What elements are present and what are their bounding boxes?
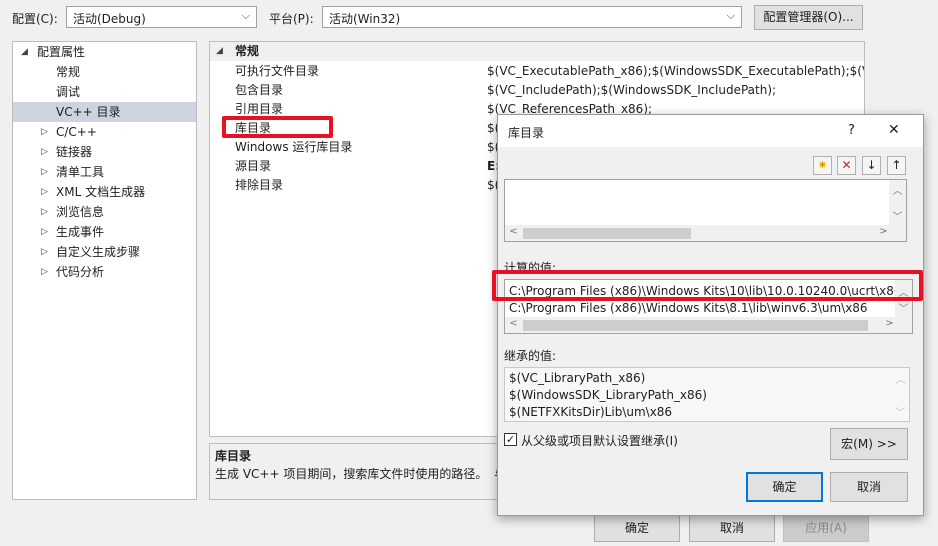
inherited-value-3: $(NETFXKitsDir)Lib\um\x86 (509, 405, 673, 419)
vertical-scrollbar[interactable]: ︿ ﹀ (892, 368, 909, 421)
scroll-right-icon[interactable]: > (881, 318, 898, 329)
apply-button[interactable]: 应用(A) (783, 514, 869, 542)
tree-item-debugging[interactable]: 调试 (13, 82, 196, 102)
property-tree: ◢ 配置属性 常规 调试 VC++ 目录 ▷ C/C++ ▷ 链接器 ▷ 清单工具 ▷… (12, 41, 197, 500)
expanded-triangle-icon: ◢ (216, 46, 223, 56)
collapsed-triangle-icon: ▷ (41, 147, 48, 157)
inherited-value-1: $(VC_LibraryPath_x86) (509, 371, 646, 385)
scroll-thumb[interactable] (523, 228, 691, 239)
dialog-cancel-button[interactable]: 取消 (830, 472, 908, 502)
collapsed-triangle-icon: ▷ (41, 227, 48, 237)
highlight-library-dirs (222, 116, 333, 138)
horizontal-scrollbar[interactable]: < > (505, 225, 906, 241)
delete-icon[interactable]: ✕ (837, 156, 856, 175)
scroll-down-icon[interactable]: ﹀ (889, 208, 906, 223)
scroll-up-icon[interactable]: ︿ (892, 371, 909, 386)
config-label: 配置(C): (12, 12, 58, 26)
tree-item-linker[interactable]: ▷ 链接器 (13, 142, 196, 162)
tree-item-manifest-tool[interactable]: ▷ 清单工具 (13, 162, 196, 182)
expanded-triangle-icon: ◢ (21, 47, 28, 57)
dialog-titlebar: 库目录 ? ✕ (498, 115, 923, 147)
tree-item-browse-info[interactable]: ▷ 浏览信息 (13, 202, 196, 222)
chevron-down-icon: ⌵ (241, 9, 250, 22)
config-value: 活动(Debug) (73, 12, 146, 26)
tree-item-general[interactable]: 常规 (13, 62, 196, 82)
cancel-button[interactable]: 取消 (689, 514, 775, 542)
scroll-down-icon[interactable]: ﹀ (892, 404, 909, 419)
scroll-left-icon[interactable]: < (505, 318, 522, 329)
config-manager-button[interactable]: 配置管理器(O)... (754, 5, 863, 30)
new-line-icon[interactable]: ✷ (813, 156, 832, 175)
inherit-checkbox[interactable]: ✓ (504, 433, 517, 446)
chevron-down-icon: ⌵ (726, 9, 735, 22)
move-up-icon[interactable]: ↑ (887, 156, 906, 175)
config-dropdown[interactable]: 活动(Debug) ⌵ (66, 6, 257, 28)
collapsed-triangle-icon: ▷ (41, 207, 48, 217)
inherited-value-2: $(WindowsSDK_LibraryPath_x86) (509, 388, 707, 402)
collapsed-triangle-icon: ▷ (41, 247, 48, 257)
collapsed-triangle-icon: ▷ (41, 167, 48, 177)
tree-root[interactable]: ◢ 配置属性 (13, 42, 196, 62)
grid-row-executable-dirs[interactable]: 可执行文件目录 $(VC_ExecutablePath_x86);$(Window… (210, 62, 864, 81)
macros-button[interactable]: 宏(M) >> (830, 428, 908, 460)
scroll-thumb[interactable] (523, 320, 868, 331)
highlight-evaluated-value (492, 270, 923, 301)
scroll-right-icon[interactable]: > (875, 226, 892, 237)
inherited-label: 继承的值: (504, 349, 557, 363)
grid-section-general[interactable]: ◢ 常规 (210, 42, 864, 61)
close-button[interactable]: ✕ (888, 122, 900, 138)
tree-item-xml-doc[interactable]: ▷ XML 文档生成器 (13, 182, 196, 202)
scroll-down-icon[interactable]: ﹀ (895, 300, 912, 315)
description-title: 库目录 (215, 449, 252, 463)
collapsed-triangle-icon: ▷ (41, 187, 48, 197)
scroll-up-icon[interactable]: ︿ (889, 182, 906, 197)
platform-dropdown[interactable]: 活动(Win32) ⌵ (322, 6, 742, 28)
dialog-title: 库目录 (508, 126, 545, 140)
move-down-icon[interactable]: ↓ (862, 156, 881, 175)
tree-root-label: 配置属性 (37, 45, 86, 59)
evaluated-value-2: C:\Program Files (x86)\Windows Kits\8.1\… (509, 301, 868, 315)
description-text: 生成 VC++ 项目期间，搜索库文件时使用的路径。 (215, 467, 488, 481)
collapsed-triangle-icon: ▷ (41, 127, 48, 137)
description-panel: 库目录 生成 VC++ 项目期间，搜索库文件时使用的路径。 与 (209, 443, 506, 500)
scroll-left-icon[interactable]: < (505, 226, 522, 237)
grid-row-include-dirs[interactable]: 包含目录 $(VC_IncludePath);$(WindowsSDK_Inclu… (210, 81, 864, 100)
horizontal-scrollbar[interactable]: < > (505, 317, 912, 333)
platform-value: 活动(Win32) (329, 12, 401, 26)
inherit-checkbox-label[interactable]: 从父级或项目默认设置继承(I) (521, 432, 678, 449)
dialog-ok-button[interactable]: 确定 (746, 472, 823, 502)
tree-item-build-events[interactable]: ▷ 生成事件 (13, 222, 196, 242)
library-dirs-dialog: 库目录 ? ✕ ✷ ✕ ↓ ↑ ︿ ﹀ < > 计算的值: C:\Program… (492, 114, 924, 516)
platform-label: 平台(P): (269, 12, 314, 26)
tree-item-cpp[interactable]: ▷ C/C++ (13, 122, 196, 142)
directory-edit-list[interactable]: ︿ ﹀ < > (504, 179, 907, 242)
tree-item-code-analysis[interactable]: ▷ 代码分析 (13, 262, 196, 282)
tree-item-vc-directories[interactable]: VC++ 目录 (13, 102, 196, 122)
vertical-scrollbar[interactable]: ︿ ﹀ (889, 180, 906, 226)
help-button[interactable]: ? (848, 123, 855, 138)
collapsed-triangle-icon: ▷ (41, 267, 48, 277)
inherited-values-box[interactable]: $(VC_LibraryPath_x86) $(WindowsSDK_Libra… (504, 367, 910, 422)
tree-item-custom-build[interactable]: ▷ 自定义生成步骤 (13, 242, 196, 262)
ok-button[interactable]: 确定 (594, 514, 680, 542)
